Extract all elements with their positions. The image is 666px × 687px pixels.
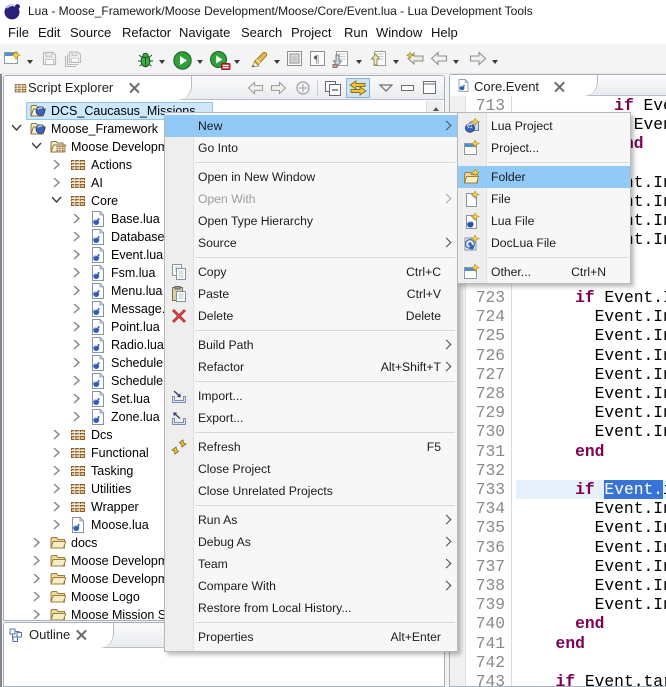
svg-text:¶: ¶ <box>314 54 319 66</box>
